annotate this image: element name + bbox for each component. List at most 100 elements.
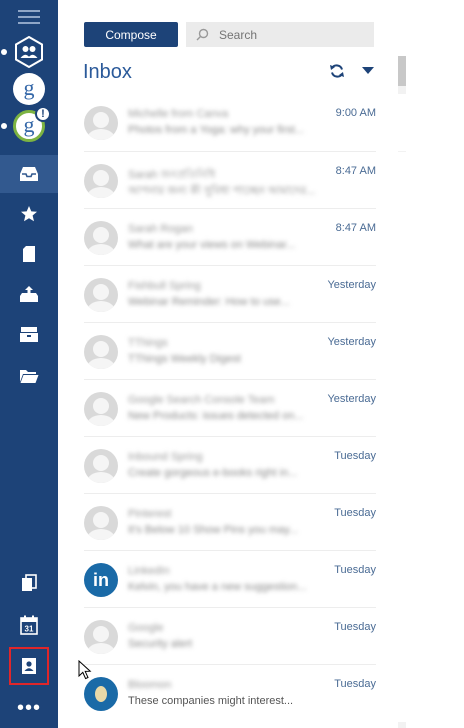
google-account-letter: g xyxy=(23,74,35,100)
sidebar-item-folders[interactable] xyxy=(0,357,58,395)
sidebar-item-notes[interactable] xyxy=(0,564,58,602)
mail-list: Michelle from Canva Photos from a Yoga: w… xyxy=(84,94,416,722)
email-subject: New Products: issues detected on... xyxy=(128,410,304,422)
email-subject: আপনার জন্য কী সুবিধা পাচ্ছেন আমাদের... xyxy=(128,185,316,197)
email-time: 8:47 AM xyxy=(335,165,376,177)
sidebar-item-archive[interactable] xyxy=(0,315,58,353)
email-subject: Kelvin, you have a new suggestion... xyxy=(128,581,307,593)
email-time: 9:00 AM xyxy=(335,107,376,119)
row-fade-overlay xyxy=(324,266,416,323)
email-subject: What are your views on Webinar... xyxy=(128,239,296,251)
row-fade-overlay xyxy=(324,437,416,494)
email-row[interactable]: Pinterest It's Below 10 Show Pins you may… xyxy=(84,493,416,551)
default-avatar-icon xyxy=(84,221,118,255)
email-sender: Sarah Rogan xyxy=(128,223,193,235)
account-indicator-dot xyxy=(1,49,7,55)
calendar-icon: 31 xyxy=(20,615,38,635)
refresh-icon[interactable] xyxy=(329,63,345,79)
email-row[interactable]: Sarah জনপ্রতিনিধি আপনার জন্য কী সুবিধা পা… xyxy=(84,151,416,209)
default-avatar-icon xyxy=(84,106,118,140)
email-time: Tuesday xyxy=(334,564,376,576)
row-fade-overlay xyxy=(324,94,416,151)
email-row[interactable]: Michelle from Canva Photos from a Yoga: w… xyxy=(84,94,416,151)
search-input[interactable] xyxy=(219,27,359,42)
search-box[interactable] xyxy=(186,22,374,47)
sidebar: g g ! 31 ••• xyxy=(0,0,58,728)
people-group-icon xyxy=(15,35,43,69)
email-subject: It's Below 10 Show Pins you may... xyxy=(128,524,299,536)
email-row[interactable]: Bloomon These companies might interest...… xyxy=(84,664,416,722)
row-fade-overlay xyxy=(324,323,416,380)
sender-avatar xyxy=(84,677,118,711)
contacts-highlight-box xyxy=(9,647,49,685)
more-options-icon[interactable]: ••• xyxy=(0,698,58,718)
sidebar-item-inbox[interactable] xyxy=(0,155,58,193)
row-fade-overlay xyxy=(324,152,416,209)
copy-documents-icon xyxy=(22,574,37,591)
default-avatar-icon xyxy=(84,620,118,654)
email-sender: Fishbull Spring xyxy=(128,280,201,292)
email-sender: Michelle from Canva xyxy=(128,108,229,120)
chevron-down-icon[interactable] xyxy=(362,67,374,74)
email-time: 8:47 AM xyxy=(335,222,376,234)
folder-title: Inbox xyxy=(83,61,132,83)
row-fade-overlay xyxy=(324,551,416,608)
email-sender: Bloomon xyxy=(128,679,172,691)
email-time: Yesterday xyxy=(327,279,376,291)
email-sender: Google xyxy=(128,622,164,634)
email-time: Tuesday xyxy=(334,621,376,633)
compose-button[interactable]: Compose xyxy=(84,22,178,47)
folder-open-icon xyxy=(20,370,39,383)
row-fade-overlay xyxy=(324,380,416,437)
email-row[interactable]: Fishbull Spring Webinar Reminder: How to … xyxy=(84,265,416,323)
email-subject: These companies might interest... xyxy=(128,695,294,707)
default-avatar-icon xyxy=(84,164,118,198)
default-avatar-icon xyxy=(84,278,118,312)
email-time: Yesterday xyxy=(327,336,376,348)
default-avatar-icon xyxy=(84,506,118,540)
row-fade-overlay xyxy=(324,665,416,722)
email-time: Yesterday xyxy=(327,393,376,405)
google-icon: g xyxy=(13,73,45,105)
mail-app: g g ! 31 ••• Compose Search Inbox Michel… xyxy=(0,0,464,728)
svg-text:31: 31 xyxy=(25,625,34,634)
email-sender: LinkedIn xyxy=(128,565,170,577)
default-avatar-icon xyxy=(84,449,118,483)
document-icon xyxy=(23,246,35,262)
email-time: Tuesday xyxy=(334,507,376,519)
email-row[interactable]: TThings TThings Weekly Digest Yesterday xyxy=(84,322,416,380)
email-subject: Webinar Reminder: How to use... xyxy=(128,296,290,308)
sidebar-item-calendar[interactable]: 31 xyxy=(0,606,58,644)
email-row[interactable]: Google Search Console Team New Products: … xyxy=(84,379,416,437)
default-avatar-icon xyxy=(84,392,118,426)
account-accounts-group[interactable] xyxy=(1,35,45,69)
alert-badge: ! xyxy=(35,106,51,122)
email-row[interactable]: Inbound Spring Create gorgeous e-books ri… xyxy=(84,436,416,494)
star-icon xyxy=(21,206,37,222)
mouse-cursor-icon xyxy=(78,660,92,680)
row-fade-overlay xyxy=(324,494,416,551)
sidebar-item-starred[interactable] xyxy=(0,195,58,233)
sidebar-item-sent[interactable] xyxy=(0,275,58,313)
email-row[interactable]: Sarah Rogan What are your views on Webina… xyxy=(84,208,416,266)
email-subject: TThings Weekly Digest xyxy=(128,353,241,365)
sidebar-item-drafts[interactable] xyxy=(0,235,58,273)
account-google[interactable]: g xyxy=(13,73,45,105)
row-fade-overlay xyxy=(324,608,416,665)
linkedin-avatar: in xyxy=(84,563,118,597)
google-account-letter: g xyxy=(23,111,35,137)
hamburger-menu-icon[interactable] xyxy=(18,10,40,24)
email-row[interactable]: in LinkedIn Kelvin, you have a new suggest… xyxy=(84,550,416,608)
email-time: Tuesday xyxy=(334,450,376,462)
email-time: Tuesday xyxy=(334,678,376,690)
email-subject: Security alert xyxy=(128,638,193,650)
email-subject: Create gorgeous e-books right in... xyxy=(128,467,298,479)
default-avatar-icon xyxy=(84,335,118,369)
search-icon xyxy=(196,28,209,41)
scrollbar-thumb[interactable] xyxy=(398,56,406,86)
account-google-alert[interactable]: g ! xyxy=(1,106,51,142)
email-sender: Pinterest xyxy=(128,508,172,520)
row-fade-overlay xyxy=(324,209,416,266)
email-row[interactable]: Google Security alert Tuesday xyxy=(84,607,416,665)
email-sender: TThings xyxy=(128,337,168,349)
